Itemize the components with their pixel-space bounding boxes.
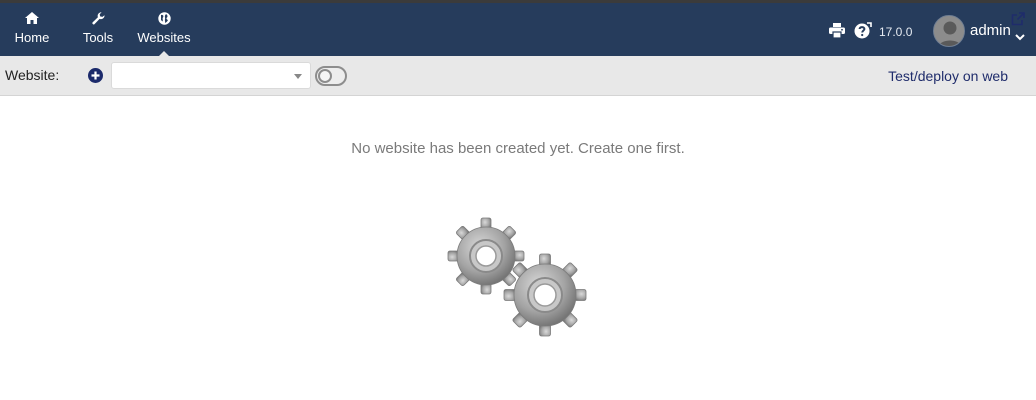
nav-home-label: Home	[14, 30, 50, 45]
version-label: 17.0.0	[879, 25, 913, 39]
help-icon[interactable]	[854, 22, 872, 45]
dropdown-arrow-icon	[294, 74, 302, 79]
wrench-icon	[66, 3, 130, 31]
website-status-toggle[interactable]	[315, 66, 347, 86]
home-icon	[0, 3, 64, 31]
website-select[interactable]	[111, 62, 311, 89]
plus-circle-icon	[91, 71, 100, 80]
nav-tools-label: Tools	[82, 30, 114, 45]
external-link-icon[interactable]	[1011, 12, 1025, 31]
nav-websites[interactable]: Websites	[130, 3, 198, 57]
website-toolbar: Website: Test/deploy on web	[0, 56, 1036, 96]
add-website-button[interactable]	[88, 68, 103, 83]
toggle-knob	[318, 69, 332, 83]
top-menu-bar: Home Tools Websites 17.0.0 admin	[0, 0, 1036, 57]
website-label: Website:	[5, 67, 60, 83]
test-deploy-link[interactable]: Test/deploy on web	[888, 68, 1008, 84]
globe-icon	[130, 3, 198, 31]
user-name[interactable]: admin	[970, 22, 1011, 39]
empty-state-message: No website has been created yet. Create …	[351, 140, 685, 157]
avatar[interactable]	[933, 15, 965, 47]
nav-home[interactable]: Home	[0, 3, 64, 56]
nav-tools[interactable]: Tools	[66, 3, 130, 56]
printer-icon[interactable]	[829, 23, 845, 43]
nav-websites-label: Websites	[137, 30, 191, 45]
gears-icon	[447, 215, 589, 344]
